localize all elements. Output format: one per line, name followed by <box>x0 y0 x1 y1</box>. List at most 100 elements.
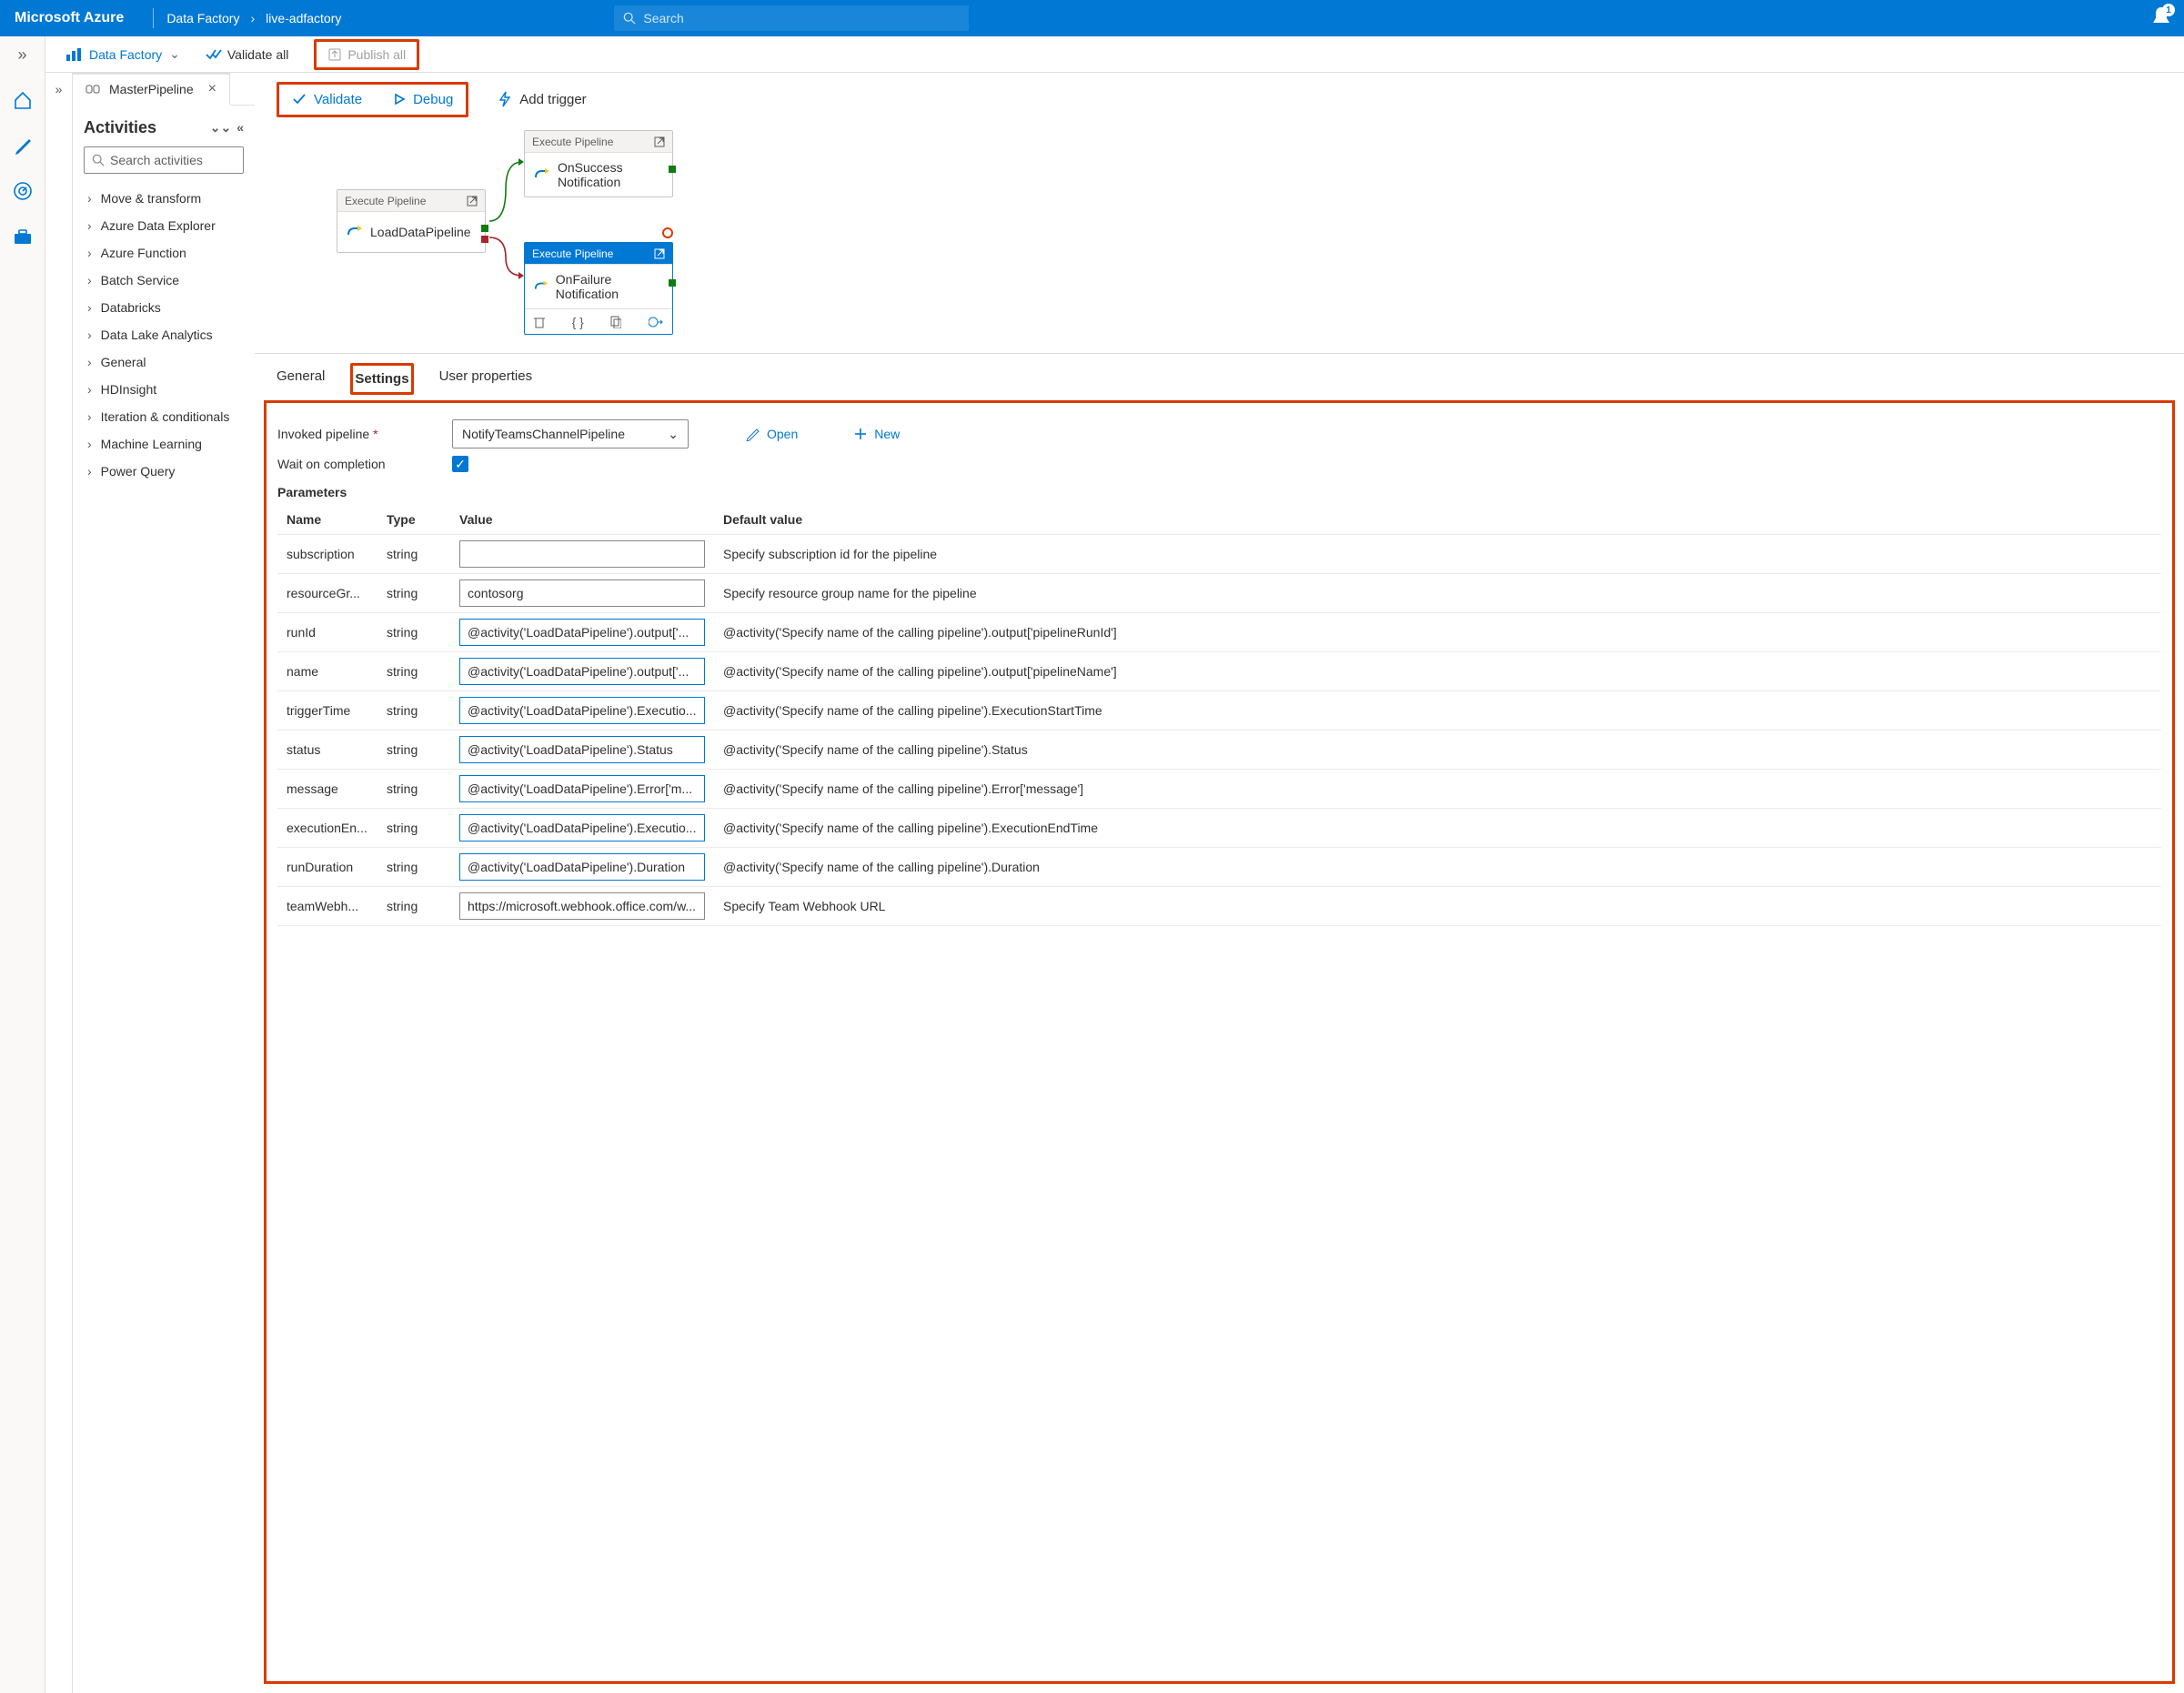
activity-category[interactable]: ›HDInsight <box>84 376 244 403</box>
braces-icon[interactable]: { } <box>572 315 584 329</box>
validate-all-button[interactable]: Validate all <box>198 44 296 66</box>
activity-category[interactable]: ›Batch Service <box>84 267 244 294</box>
open-external-icon[interactable] <box>467 196 478 207</box>
tab-user-properties[interactable]: User properties <box>438 363 535 395</box>
property-tabs: General Settings User properties <box>255 354 2184 395</box>
success-port[interactable] <box>481 225 488 232</box>
success-port[interactable] <box>669 279 676 287</box>
tab-settings[interactable]: Settings <box>350 363 413 395</box>
search-icon <box>623 12 636 25</box>
azure-topbar: Microsoft Azure Data Factory › live-adfa… <box>0 0 2184 36</box>
data-factory-selector[interactable]: Data Factory ⌄ <box>65 46 180 62</box>
activity-category[interactable]: ›Azure Data Explorer <box>84 212 244 239</box>
chevron-right-icon: › <box>87 464 92 479</box>
success-port[interactable] <box>669 166 676 173</box>
param-value-input[interactable]: https://microsoft.webhook.office.com/w..… <box>459 892 705 920</box>
global-search[interactable]: Search <box>614 5 969 31</box>
validate-button[interactable]: Validate <box>283 86 371 113</box>
param-default: Specify Team Webhook URL <box>714 887 2161 926</box>
activity-category[interactable]: ›General <box>84 348 244 376</box>
copy-icon[interactable] <box>610 316 621 328</box>
param-value-input[interactable]: @activity('LoadDataPipeline').Status <box>459 736 705 763</box>
activity-category[interactable]: ›Machine Learning <box>84 430 244 458</box>
param-value-input[interactable]: @activity('LoadDataPipeline').Duration <box>459 853 705 881</box>
param-value-input[interactable]: @activity('LoadDataPipeline').Executio..… <box>459 814 705 841</box>
publish-all-button[interactable]: Publish all <box>320 44 413 66</box>
chevron-right-icon: › <box>87 409 92 424</box>
param-row: resourceGr... string contosorg Specify r… <box>277 574 2161 613</box>
param-value-input[interactable]: @activity('LoadDataPipeline').output['..… <box>459 658 705 685</box>
chevron-right-icon: › <box>87 191 92 206</box>
chevron-right-icon: › <box>87 273 92 287</box>
pipeline-activity-icon <box>347 225 363 239</box>
publish-icon <box>327 47 342 62</box>
param-value-input[interactable]: @activity('LoadDataPipeline').Executio..… <box>459 697 705 724</box>
pipeline-diagram[interactable]: Execute Pipeline LoadDataPipeline Execut… <box>255 126 2184 353</box>
open-external-icon[interactable] <box>654 136 665 147</box>
add-trigger-button[interactable]: Add trigger <box>488 86 595 113</box>
param-name: status <box>277 731 377 770</box>
close-tab-button[interactable]: × <box>208 81 216 97</box>
param-value-input[interactable]: @activity('LoadDataPipeline').Error['m..… <box>459 775 705 802</box>
validate-debug-highlight: Validate Debug <box>277 82 468 117</box>
activity-onfailure[interactable]: Execute Pipeline OnFailure Notification … <box>524 242 673 335</box>
param-row: subscription string Specify subscription… <box>277 535 2161 574</box>
failure-port[interactable] <box>481 236 488 243</box>
debug-button[interactable]: Debug <box>384 86 462 113</box>
activity-category[interactable]: ›Data Lake Analytics <box>84 321 244 348</box>
activity-category-label: Azure Function <box>101 246 186 260</box>
pencil-icon[interactable] <box>13 136 33 156</box>
activities-search[interactable]: Search activities <box>84 146 244 174</box>
parameters-heading: Parameters <box>277 485 2161 499</box>
activity-loaddatapipeline[interactable]: Execute Pipeline LoadDataPipeline <box>337 189 486 253</box>
move-icon[interactable] <box>649 316 663 328</box>
check-icon <box>292 93 307 106</box>
param-value-input[interactable]: contosorg <box>459 579 705 607</box>
open-external-icon[interactable] <box>654 248 665 259</box>
param-name: message <box>277 770 377 809</box>
activity-category[interactable]: ›Move & transform <box>84 185 244 212</box>
activity-category[interactable]: ›Azure Function <box>84 239 244 267</box>
tab-masterpipeline[interactable]: MasterPipeline × <box>73 73 230 106</box>
activity-type-label: Execute Pipeline <box>532 136 613 148</box>
col-name: Name <box>277 505 377 535</box>
collapse-panel-icon[interactable]: « <box>237 120 244 136</box>
activity-category[interactable]: ›Power Query <box>84 458 244 485</box>
wait-label: Wait on completion <box>277 457 432 471</box>
activities-title: Activities <box>84 118 156 137</box>
param-row: runDuration string @activity('LoadDataPi… <box>277 848 2161 887</box>
properties-panel: General Settings User properties Invoked… <box>255 353 2184 1693</box>
breadcrumb-root[interactable]: Data Factory <box>166 11 239 25</box>
wait-checkbox[interactable]: ✓ <box>452 456 468 472</box>
pipeline-activity-icon <box>534 167 550 182</box>
chevron-right-icon: › <box>87 382 92 397</box>
collapse-all-icon[interactable]: ⌄⌄ <box>210 120 231 136</box>
expand-rail-button[interactable]: » <box>17 45 26 65</box>
param-type: string <box>377 535 450 574</box>
param-name: triggerTime <box>277 691 377 731</box>
param-default: @activity('Specify name of the calling p… <box>714 652 2161 691</box>
invoked-pipeline-select[interactable]: NotifyTeamsChannelPipeline ⌄ <box>452 419 689 448</box>
delete-icon[interactable] <box>534 316 545 328</box>
param-default: @activity('Specify name of the calling p… <box>714 848 2161 887</box>
activity-category[interactable]: ›Iteration & conditionals <box>84 403 244 430</box>
param-default: @activity('Specify name of the calling p… <box>714 613 2161 652</box>
notifications-button[interactable]: 1 <box>2151 5 2171 29</box>
home-icon[interactable] <box>13 90 33 110</box>
pencil-icon <box>745 427 760 441</box>
expand-panel-button[interactable]: » <box>45 73 73 1693</box>
activity-onsuccess[interactable]: Execute Pipeline OnSuccessNotification <box>524 130 673 197</box>
toolbox-icon[interactable] <box>13 227 33 247</box>
activity-category-list: ›Move & transform›Azure Data Explorer›Az… <box>84 185 244 485</box>
notification-count-badge: 1 <box>2162 4 2175 16</box>
tab-general[interactable]: General <box>275 363 327 395</box>
publish-highlight: Publish all <box>314 39 419 70</box>
param-value-input[interactable] <box>459 540 705 568</box>
monitor-icon[interactable] <box>13 181 33 201</box>
breadcrumb[interactable]: Data Factory › live-adfactory <box>166 11 341 25</box>
breadcrumb-leaf[interactable]: live-adfactory <box>266 11 341 25</box>
new-pipeline-button[interactable]: New <box>854 427 900 441</box>
activity-category[interactable]: ›Databricks <box>84 294 244 321</box>
param-value-input[interactable]: @activity('LoadDataPipeline').output['..… <box>459 619 705 646</box>
open-pipeline-button[interactable]: Open <box>745 427 798 441</box>
